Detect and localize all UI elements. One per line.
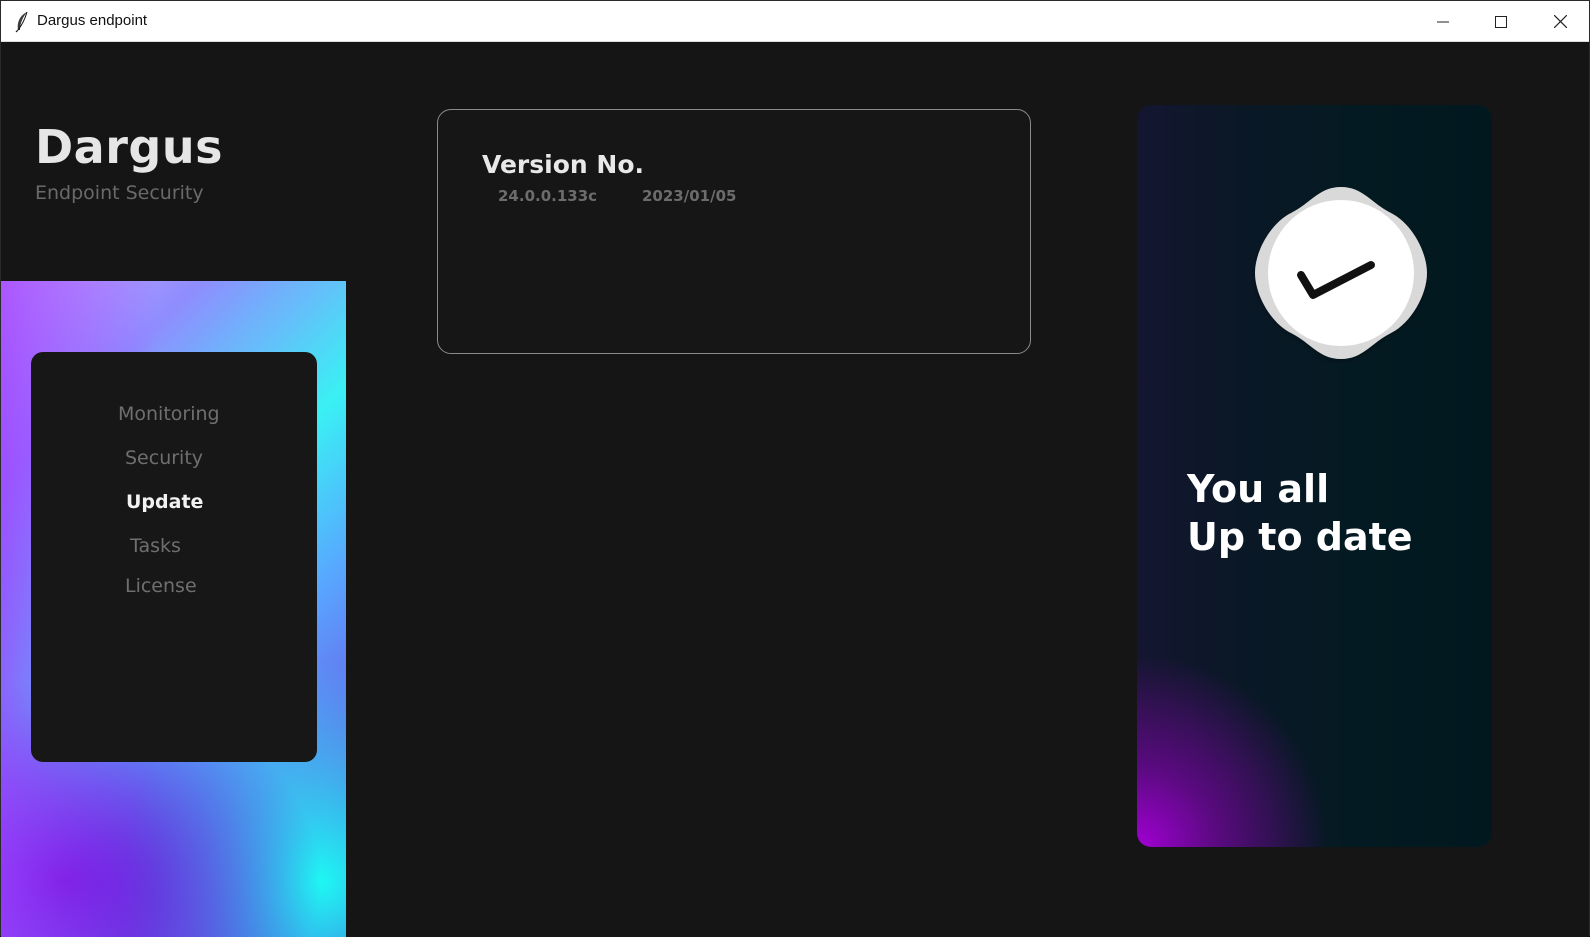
minimize-button[interactable] bbox=[1414, 1, 1472, 42]
status-line-1: You all bbox=[1187, 467, 1330, 511]
close-icon bbox=[1553, 15, 1567, 28]
main-content: Dargus Endpoint Security Monitoring Secu… bbox=[1, 42, 1589, 937]
sidebar-item-security[interactable]: Security bbox=[125, 447, 203, 469]
brand-name: Dargus bbox=[35, 120, 223, 174]
brand-subtitle: Endpoint Security bbox=[35, 182, 204, 204]
window-title: Dargus endpoint bbox=[37, 12, 148, 29]
version-card: Version No. 24.0.0.133c 2023/01/05 bbox=[437, 109, 1031, 354]
maximize-button[interactable] bbox=[1472, 1, 1530, 42]
version-date: 2023/01/05 bbox=[642, 187, 737, 205]
version-number: 24.0.0.133c bbox=[498, 187, 598, 205]
sidebar-item-license[interactable]: License bbox=[125, 575, 197, 597]
version-title: Version No. bbox=[482, 150, 644, 179]
status-message: You all Up to date bbox=[1187, 465, 1413, 561]
update-status-card: You all Up to date bbox=[1137, 105, 1492, 847]
sidebar-item-tasks[interactable]: Tasks bbox=[130, 535, 181, 557]
sidebar-nav: Monitoring Security Update Tasks License bbox=[31, 352, 317, 762]
maximize-icon bbox=[1495, 15, 1507, 28]
feather-icon bbox=[13, 11, 31, 33]
status-line-2: Up to date bbox=[1187, 515, 1413, 559]
close-button[interactable] bbox=[1531, 1, 1589, 42]
sidebar-item-update[interactable]: Update bbox=[126, 491, 203, 513]
app-window: Dargus endpoint Dargus Endpoint Security… bbox=[0, 0, 1590, 937]
title-bar[interactable]: Dargus endpoint bbox=[1, 1, 1589, 42]
minimize-icon bbox=[1437, 21, 1449, 22]
sidebar-item-monitoring[interactable]: Monitoring bbox=[118, 403, 220, 425]
check-icon bbox=[1251, 183, 1431, 363]
